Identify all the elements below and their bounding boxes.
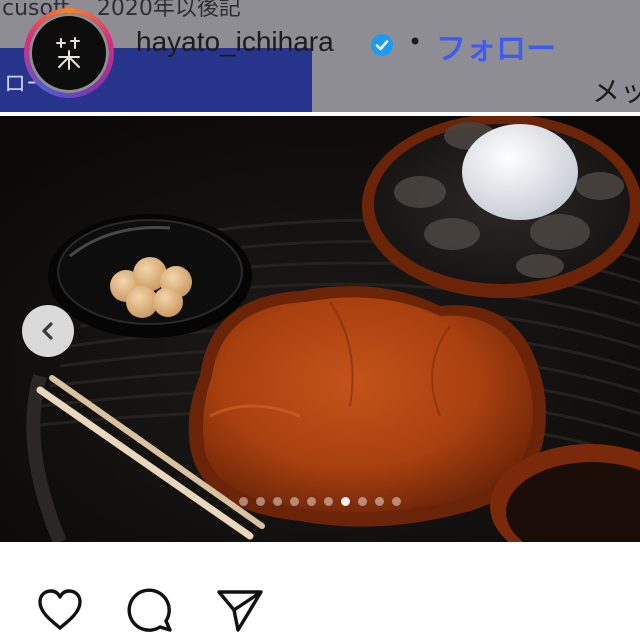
avatar-logo-icon	[56, 37, 80, 70]
carousel-dot	[341, 496, 350, 506]
post-action-bar	[0, 542, 640, 640]
post-image[interactable]	[0, 116, 640, 542]
avatar[interactable]	[29, 13, 109, 93]
carousel-dot	[392, 496, 401, 506]
carousel-dot	[375, 496, 384, 506]
verified-badge-icon	[371, 34, 393, 56]
carousel-indicator	[0, 494, 640, 508]
separator-dot: •	[408, 28, 423, 56]
follow-button[interactable]: フォロー	[436, 24, 556, 68]
carousel-prev-button[interactable]	[22, 305, 74, 357]
username[interactable]: hayato_ichihara	[136, 26, 334, 58]
share-icon[interactable]	[214, 584, 266, 636]
carousel-dot	[239, 496, 248, 506]
carousel-dot	[324, 496, 333, 506]
story-ring[interactable]	[24, 8, 114, 98]
carousel-dot	[256, 496, 265, 506]
carousel-dot	[273, 496, 282, 506]
carousel-dot	[290, 496, 299, 506]
chevron-left-icon	[42, 322, 53, 340]
comment-icon[interactable]	[124, 584, 176, 636]
carousel-dot	[307, 496, 316, 506]
carousel-dot	[358, 496, 367, 506]
message-button-clipped[interactable]: メッ	[592, 70, 640, 110]
heart-icon[interactable]	[34, 584, 86, 636]
post-photo	[0, 116, 640, 542]
post-header: cusoft... 2020年以後記 ロー hayato_ichihara • …	[0, 0, 640, 112]
